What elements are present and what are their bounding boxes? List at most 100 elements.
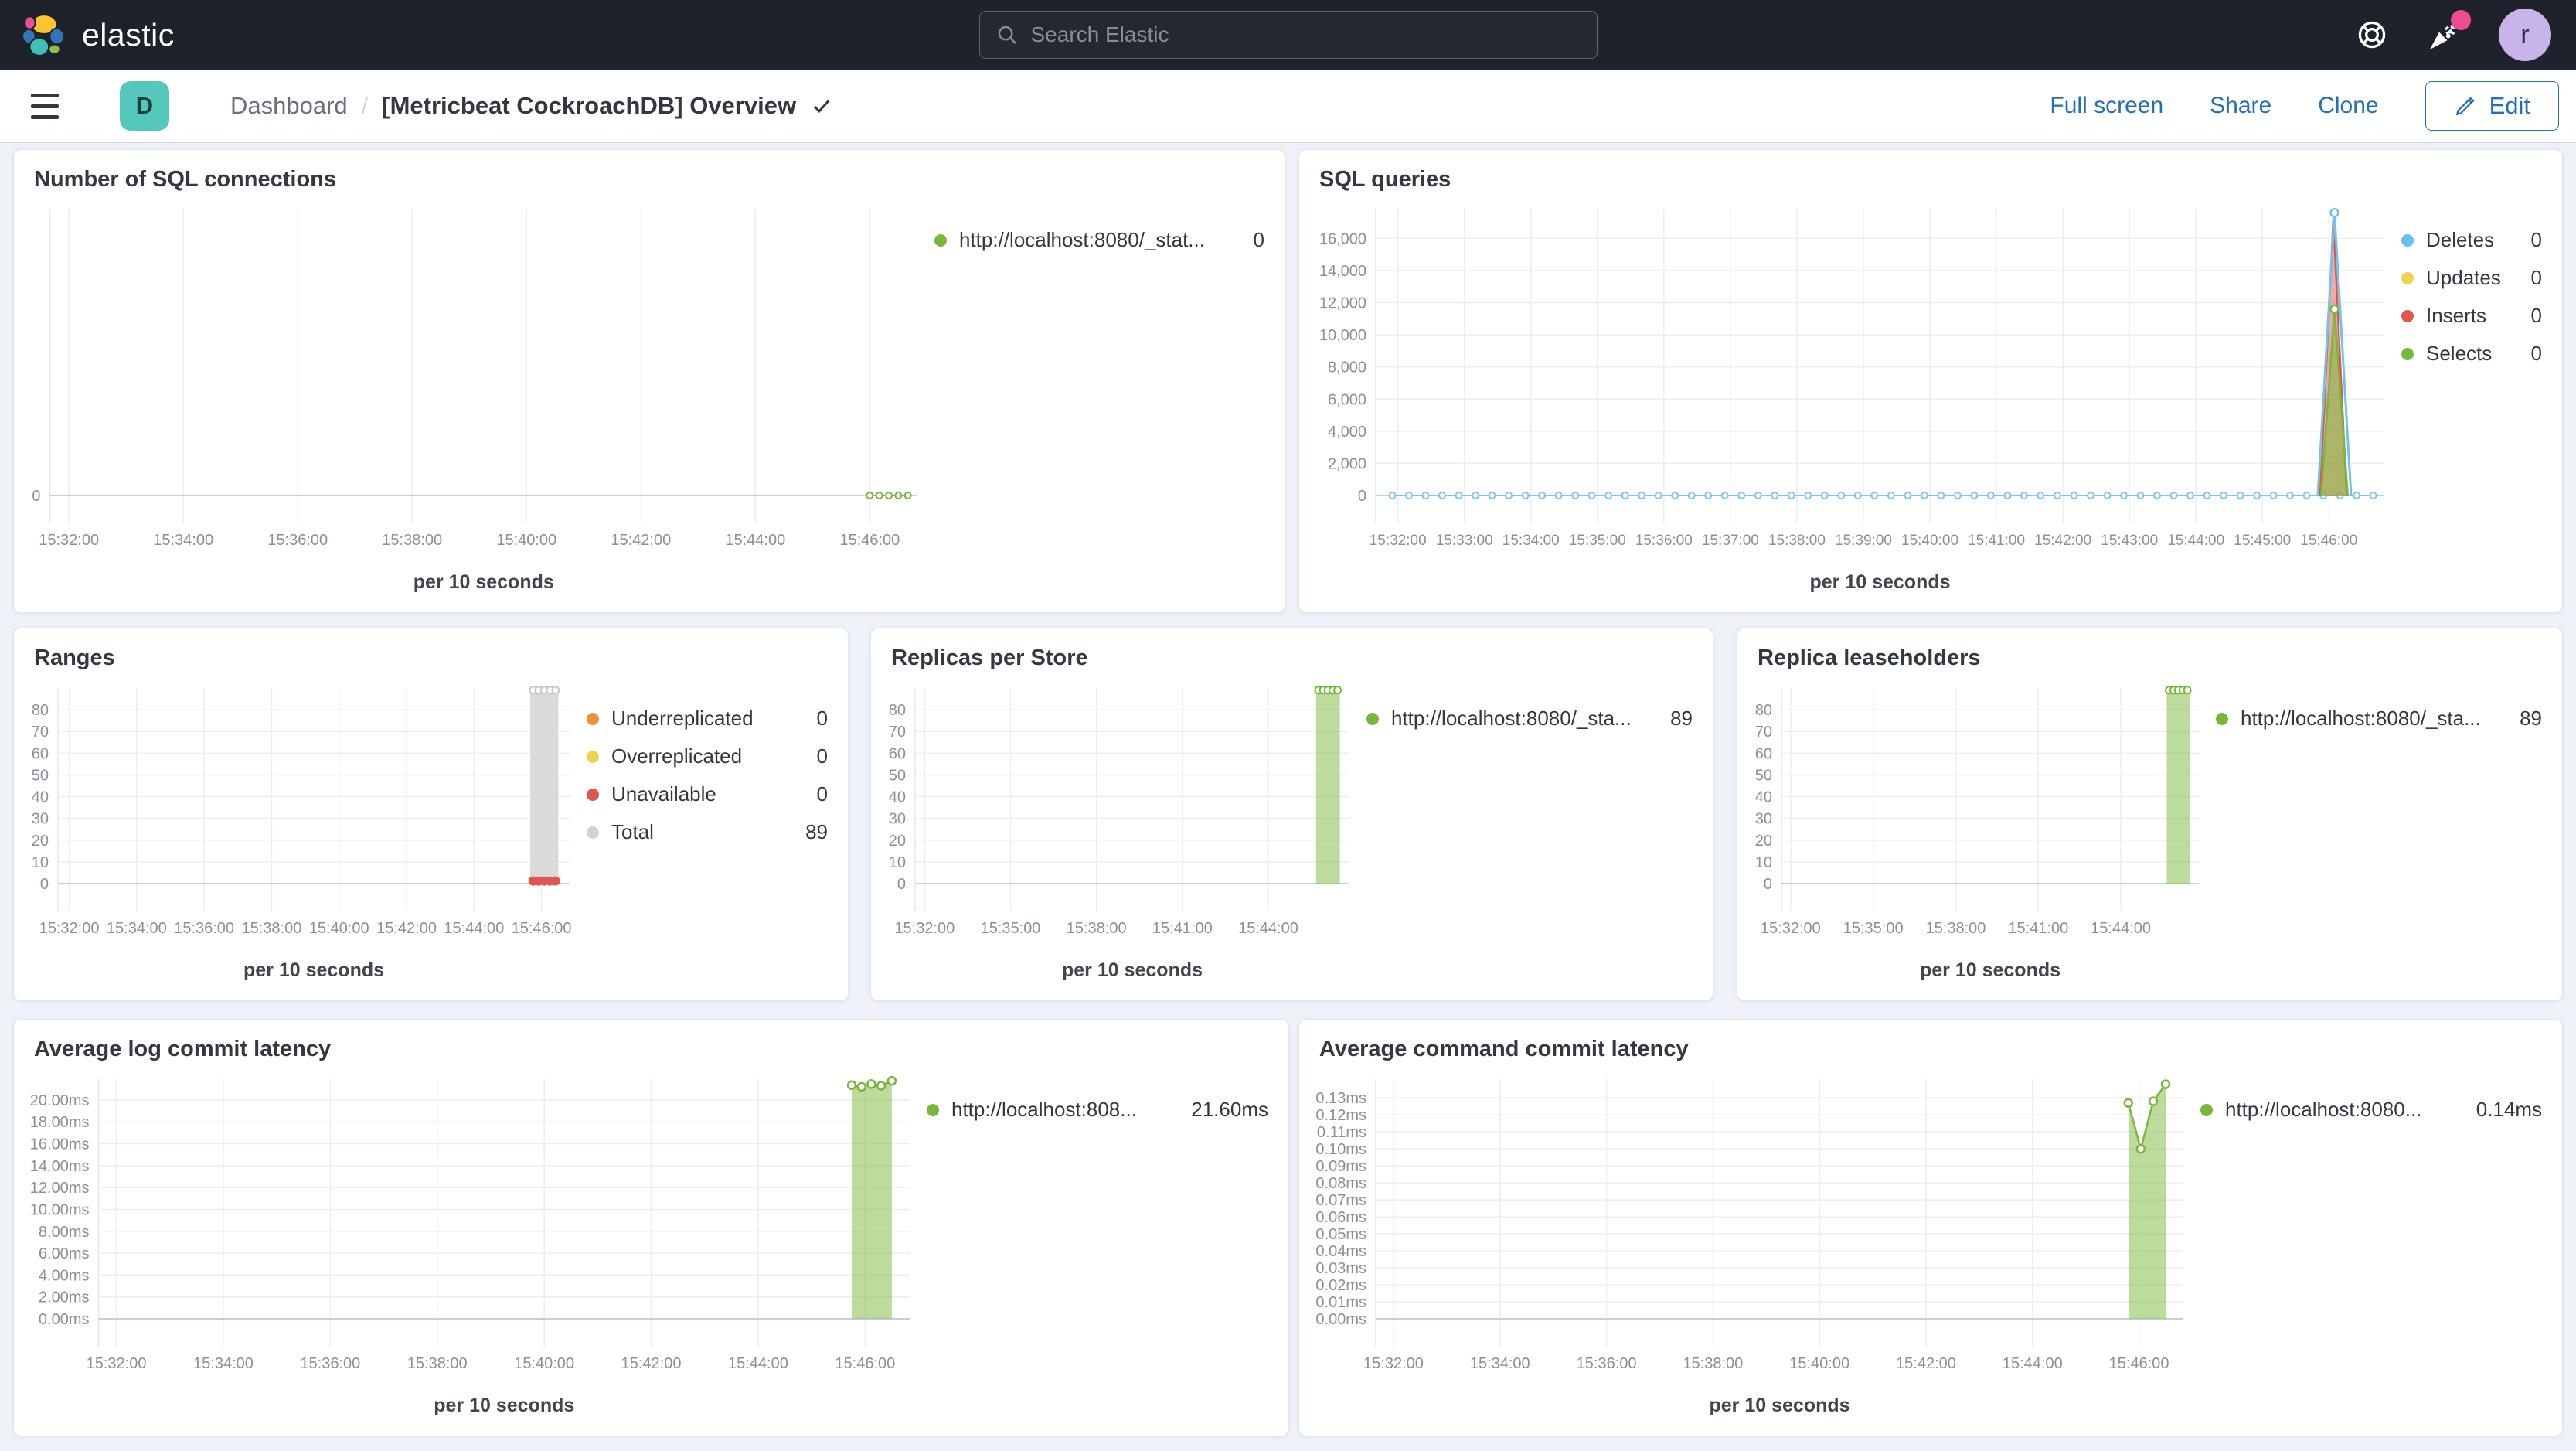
svg-text:30: 30	[1755, 811, 1772, 828]
chart-legend: http://localhost:8080/_stat... 0	[930, 197, 1274, 601]
svg-text:15:34:00: 15:34:00	[1470, 1355, 1530, 1372]
legend-label: Updates	[2426, 266, 2501, 289]
svg-text:10,000: 10,000	[1319, 327, 1366, 344]
legend-item[interactable]: Overreplicated 0	[587, 744, 828, 768]
avatar-initial: r	[2520, 19, 2530, 49]
checkmark-icon[interactable]	[810, 94, 833, 118]
chart-replicas-per-store[interactable]: 15:32:00 15:35:00 15:38:00 15:41:00 15:44:00…	[879, 676, 1362, 989]
chart-average-command-commit-latency[interactable]: 15:32:00 15:34:00 15:36:00 15:38:00 15:40:00…	[1307, 1067, 2196, 1424]
legend-dot-icon	[2200, 1103, 2213, 1116]
user-avatar[interactable]: r	[2499, 9, 2551, 61]
legend-value: 0	[1253, 228, 1264, 251]
legend-item[interactable]: http://localhost:8080/_sta... 89	[2216, 707, 2542, 731]
legend-value: 0.14ms	[2476, 1098, 2542, 1121]
svg-text:15:40:00: 15:40:00	[1901, 533, 1958, 549]
help-button[interactable]	[2353, 16, 2391, 53]
svg-text:0.10ms: 0.10ms	[1315, 1141, 1366, 1158]
svg-text:8,000: 8,000	[1328, 359, 1366, 376]
chart-average-log-commit-latency[interactable]: 15:32:00 15:34:00 15:36:00 15:38:00 15:40:00…	[22, 1067, 922, 1424]
dashboard-grid: Number of SQL connections 15:32:00 15:34:…	[0, 143, 2576, 1451]
legend-dot-icon	[2401, 309, 2414, 322]
svg-text:20: 20	[1755, 833, 1772, 850]
legend-item[interactable]: Inserts 0	[2401, 304, 2542, 328]
svg-text:0: 0	[897, 876, 906, 893]
svg-text:15:42:00: 15:42:00	[611, 532, 671, 549]
legend-label: http://localhost:8080/_sta...	[1391, 707, 1632, 730]
svg-text:10: 10	[32, 854, 49, 871]
svg-text:0.00ms: 0.00ms	[1315, 1311, 1366, 1328]
chart-ranges[interactable]: 15:32:00 15:34:00 15:36:00 15:38:00 15:40:00…	[22, 676, 582, 989]
legend-label: http://localhost:8080/_stat...	[959, 228, 1205, 251]
search-input[interactable]	[1030, 22, 1581, 47]
legend-value: 0	[2530, 228, 2542, 251]
chart-number-of-sql-connections[interactable]: 15:32:00 15:34:00 15:36:00 15:38:00 15:40:00…	[22, 197, 930, 601]
legend-value: 89	[805, 820, 828, 843]
svg-text:20.00ms: 20.00ms	[30, 1092, 90, 1109]
chart-replica-leaseholders[interactable]: 15:32:00 15:35:00 15:38:00 15:41:00 15:44:00…	[1745, 676, 2211, 989]
svg-text:14,000: 14,000	[1319, 263, 1366, 280]
legend-item[interactable]: http://localhost:8080/_sta... 89	[1366, 707, 1693, 731]
svg-text:40: 40	[889, 789, 906, 806]
legend-label: Unavailable	[611, 782, 716, 806]
legend-item[interactable]: Underreplicated 0	[587, 707, 828, 731]
svg-text:0.04ms: 0.04ms	[1315, 1243, 1366, 1260]
svg-text:8.00ms: 8.00ms	[39, 1224, 90, 1241]
legend-value: 89	[2520, 707, 2542, 730]
svg-text:70: 70	[1755, 724, 1772, 741]
space-badge[interactable]: D	[120, 81, 169, 131]
svg-text:15:40:00: 15:40:00	[309, 920, 369, 937]
svg-text:0: 0	[32, 488, 40, 505]
svg-text:15:35:00: 15:35:00	[1843, 920, 1904, 937]
legend-label: http://localhost:808...	[951, 1098, 1137, 1121]
legend-label: Overreplicated	[611, 744, 743, 768]
edit-button[interactable]: Edit	[2425, 81, 2559, 131]
global-search[interactable]	[978, 11, 1598, 59]
svg-text:4.00ms: 4.00ms	[39, 1267, 90, 1284]
elastic-logo-icon	[22, 14, 65, 56]
legend-dot-icon	[934, 233, 947, 247]
legend-item[interactable]: http://localhost:8080/_stat... 0	[934, 228, 1264, 252]
legend-item[interactable]: Total 89	[587, 820, 828, 844]
svg-text:15:40:00: 15:40:00	[514, 1355, 574, 1372]
legend-item[interactable]: http://localhost:8080... 0.14ms	[2200, 1098, 2542, 1122]
svg-text:12.00ms: 12.00ms	[30, 1180, 90, 1197]
svg-text:per 10 seconds: per 10 seconds	[243, 959, 384, 981]
svg-text:15:39:00: 15:39:00	[1835, 533, 1892, 549]
legend-dot-icon	[2401, 271, 2414, 284]
panel-title: Ranges	[34, 645, 115, 670]
legend-item[interactable]: Deletes 0	[2401, 228, 2542, 252]
clone-button[interactable]: Clone	[2318, 93, 2378, 119]
share-button[interactable]: Share	[2210, 93, 2271, 119]
svg-text:70: 70	[32, 724, 49, 741]
menu-icon[interactable]	[0, 93, 90, 119]
legend-dot-icon	[587, 712, 599, 725]
full-screen-button[interactable]: Full screen	[2050, 93, 2163, 119]
chart-svg: 15:32:00 15:35:00 15:38:00 15:41:00 15:44:00…	[1755, 686, 2199, 981]
edit-button-label: Edit	[2489, 92, 2530, 119]
breadcrumb-separator: /	[361, 92, 369, 119]
dashboard-toolbar: D Dashboard / [Metricbeat CockroachDB] O…	[0, 69, 2576, 143]
legend-item[interactable]: http://localhost:808... 21.60ms	[927, 1098, 1268, 1122]
svg-text:70: 70	[889, 724, 906, 741]
svg-text:4,000: 4,000	[1328, 424, 1366, 441]
breadcrumb-dashboard-link[interactable]: Dashboard	[230, 92, 348, 120]
legend-item[interactable]: Updates 0	[2401, 266, 2542, 290]
elastic-logo[interactable]: elastic	[0, 12, 175, 57]
svg-text:15:38:00: 15:38:00	[1067, 920, 1127, 937]
legend-item[interactable]: Unavailable 0	[587, 782, 828, 806]
svg-text:15:38:00: 15:38:00	[382, 532, 442, 549]
svg-text:15:44:00: 15:44:00	[2091, 920, 2151, 937]
svg-text:0.03ms: 0.03ms	[1315, 1260, 1366, 1277]
legend-label: Deletes	[2426, 228, 2495, 251]
news-button[interactable]	[2426, 10, 2471, 53]
chart-sql-queries[interactable]: 15:32:00 15:33:00 15:34:00 15:35:00 15:36:00…	[1307, 197, 2397, 601]
svg-text:50: 50	[889, 767, 906, 784]
svg-text:15:32:00: 15:32:00	[1761, 920, 1821, 937]
svg-text:0.01ms: 0.01ms	[1315, 1294, 1366, 1311]
legend-item[interactable]: Selects 0	[2401, 342, 2542, 366]
svg-text:0.11ms: 0.11ms	[1317, 1124, 1366, 1141]
svg-text:0: 0	[1358, 488, 1366, 505]
legend-value: 0	[816, 782, 828, 806]
svg-text:15:32:00: 15:32:00	[894, 920, 955, 937]
svg-text:15:33:00: 15:33:00	[1436, 533, 1493, 549]
